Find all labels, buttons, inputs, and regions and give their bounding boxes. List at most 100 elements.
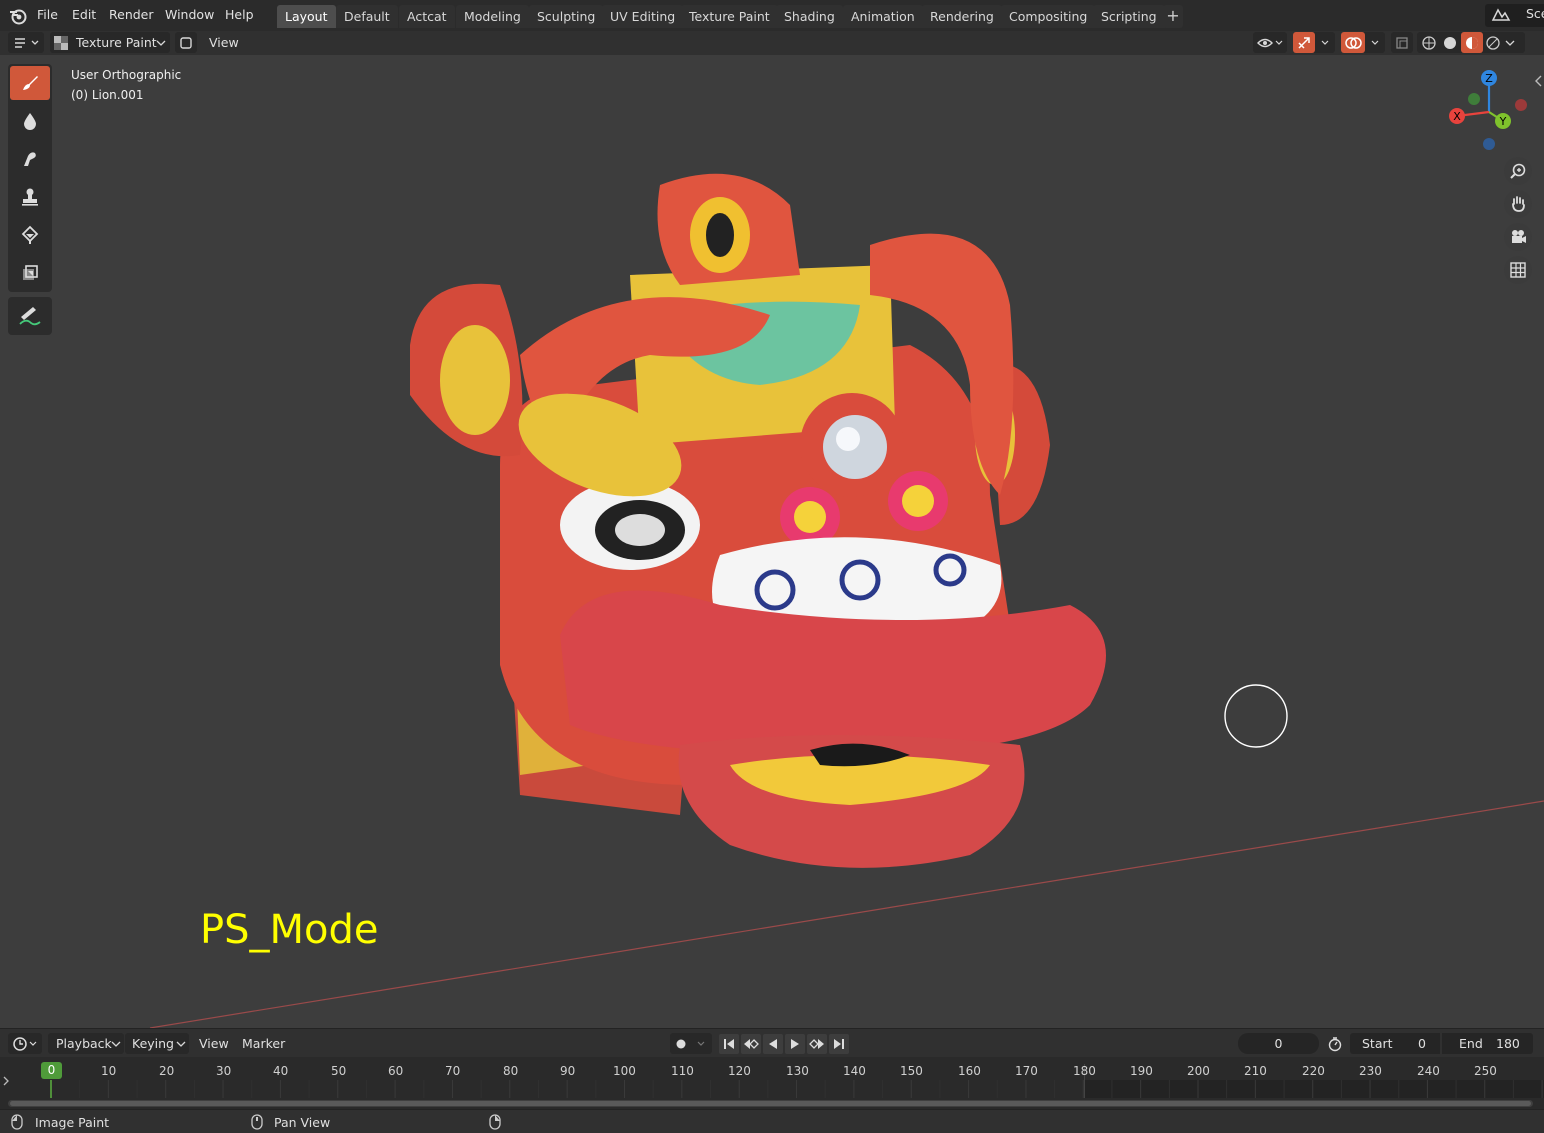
lion-head-model	[410, 173, 1106, 868]
menu-edit[interactable]: Edit	[72, 6, 96, 24]
clock-editor-icon	[13, 1037, 37, 1051]
timeline-marker-menu[interactable]: Marker	[242, 1033, 285, 1054]
end-value: 180	[1496, 1036, 1520, 1051]
tab-texture-paint[interactable]: Texture Paint	[681, 5, 778, 28]
tick-label: 240	[1417, 1064, 1440, 1078]
image-slot-button[interactable]	[175, 32, 197, 53]
smear-tool[interactable]	[10, 142, 50, 176]
soften-tool[interactable]	[10, 104, 50, 138]
brush-tool[interactable]	[10, 66, 50, 100]
ps-mode-overlay-text: PS_Mode	[200, 907, 379, 953]
prev-keyframe-button[interactable]	[741, 1034, 761, 1054]
end-frame-field[interactable]: End 180	[1442, 1033, 1533, 1054]
wireframe-shading-icon[interactable]	[1421, 35, 1437, 51]
tick-label: 170	[1015, 1064, 1038, 1078]
gizmo-z-label: Z	[1485, 72, 1493, 85]
tab-layout[interactable]: Layout	[277, 5, 336, 28]
editor-type-icon	[15, 38, 39, 48]
next-keyframe-button[interactable]	[807, 1034, 827, 1054]
playback-label: Playback	[56, 1036, 112, 1051]
blender-logo-icon[interactable]	[8, 6, 28, 26]
tab-compositing[interactable]: Compositing	[1001, 5, 1096, 28]
mouse-middle-icon	[251, 1114, 263, 1130]
zoom-button[interactable]	[1504, 157, 1532, 185]
view-menu[interactable]: View	[209, 32, 239, 53]
menu-render[interactable]: Render	[109, 6, 154, 24]
mode-label: Texture Paint	[76, 35, 157, 50]
tick-label: 250	[1474, 1064, 1497, 1078]
material-shading-icon[interactable]	[1464, 35, 1480, 51]
jump-end-button[interactable]	[829, 1034, 849, 1054]
zoom-icon	[1510, 163, 1526, 179]
play-button[interactable]	[785, 1034, 805, 1054]
start-frame-field[interactable]: Start 0	[1350, 1033, 1440, 1054]
tab-actcat[interactable]: Actcat	[399, 5, 455, 28]
paint-bucket-icon	[21, 225, 39, 244]
timeline-grid	[50, 1080, 1543, 1098]
menu-help[interactable]: Help	[225, 6, 254, 24]
jump-start-button[interactable]	[719, 1034, 739, 1054]
menu-file[interactable]: File	[37, 6, 58, 24]
eye-icon	[1257, 38, 1283, 48]
tab-default[interactable]: Default	[336, 5, 398, 28]
timeline-left-arrow-icon[interactable]	[2, 1075, 10, 1087]
mode-selector[interactable]: Texture Paint	[50, 32, 170, 53]
tab-sculpting[interactable]: Sculpting	[529, 5, 604, 28]
annotate-tool[interactable]	[8, 297, 52, 335]
pan-button[interactable]	[1504, 190, 1532, 218]
mouse-left-icon	[11, 1114, 23, 1130]
status-middle-action: Pan View	[274, 1115, 331, 1130]
rendered-shading-icon[interactable]	[1485, 35, 1501, 51]
tick-label: 200	[1187, 1064, 1210, 1078]
start-label: Start	[1362, 1036, 1393, 1051]
jump-end-icon	[834, 1039, 844, 1049]
keying-menu[interactable]: Keying	[125, 1033, 189, 1054]
fill-tool[interactable]	[10, 218, 50, 252]
scrollbar-thumb[interactable]	[10, 1101, 1531, 1106]
clone-tool[interactable]	[10, 180, 50, 214]
overlay-toggle[interactable]	[1341, 32, 1385, 53]
tick-label: 100	[613, 1064, 636, 1078]
chevron-down-icon[interactable]	[1505, 39, 1515, 47]
tab-modeling[interactable]: Modeling	[456, 5, 529, 28]
play-reverse-button[interactable]	[763, 1034, 783, 1054]
ortho-toggle-button[interactable]	[1504, 256, 1532, 284]
checker-icon	[54, 36, 68, 50]
tab-scripting[interactable]: Scripting	[1093, 5, 1165, 28]
tab-shading[interactable]: Shading	[776, 5, 843, 28]
current-frame-field[interactable]: 0	[1238, 1033, 1319, 1054]
xray-toggle[interactable]	[1391, 32, 1413, 53]
record-icon	[676, 1039, 705, 1049]
navigation-gizmo[interactable]: Z Y X	[1443, 64, 1533, 154]
smear-icon	[24, 152, 36, 166]
visibility-button[interactable]	[1253, 32, 1287, 53]
camera-view-button[interactable]	[1504, 223, 1532, 251]
playback-menu[interactable]: Playback	[48, 1033, 124, 1054]
stopwatch-button[interactable]	[1325, 1034, 1345, 1054]
timeline-view-menu[interactable]: View	[199, 1033, 229, 1054]
status-left-action: Image Paint	[35, 1115, 110, 1130]
menu-window[interactable]: Window	[165, 6, 214, 24]
solid-shading-icon[interactable]	[1442, 35, 1458, 51]
tab-uv-editing[interactable]: UV Editing	[602, 5, 684, 28]
grid-icon	[1510, 262, 1526, 278]
play-icon	[791, 1039, 799, 1049]
timeline-scrollbar[interactable]	[8, 1100, 1533, 1107]
auto-keying-toggle[interactable]	[670, 1033, 712, 1054]
mask-tool[interactable]	[10, 256, 50, 290]
shading-modes[interactable]	[1417, 32, 1525, 53]
sidebar-toggle-icon[interactable]	[1534, 74, 1544, 88]
brush-icon	[23, 76, 38, 90]
editor-type-button[interactable]	[8, 32, 44, 53]
tab-animation[interactable]: Animation	[843, 5, 923, 28]
gizmo-toggle[interactable]	[1293, 32, 1335, 53]
tick-label: 180	[1073, 1064, 1096, 1078]
tick-label: 190	[1130, 1064, 1153, 1078]
end-label: End	[1459, 1036, 1483, 1051]
timeline-editor-type[interactable]	[8, 1033, 42, 1054]
overlay-icon	[1345, 37, 1379, 49]
add-workspace-button[interactable]: +	[1163, 5, 1183, 28]
playhead-frame[interactable]: 0	[41, 1062, 62, 1079]
tab-rendering[interactable]: Rendering	[922, 5, 1002, 28]
chevron-down-icon	[176, 1041, 186, 1047]
